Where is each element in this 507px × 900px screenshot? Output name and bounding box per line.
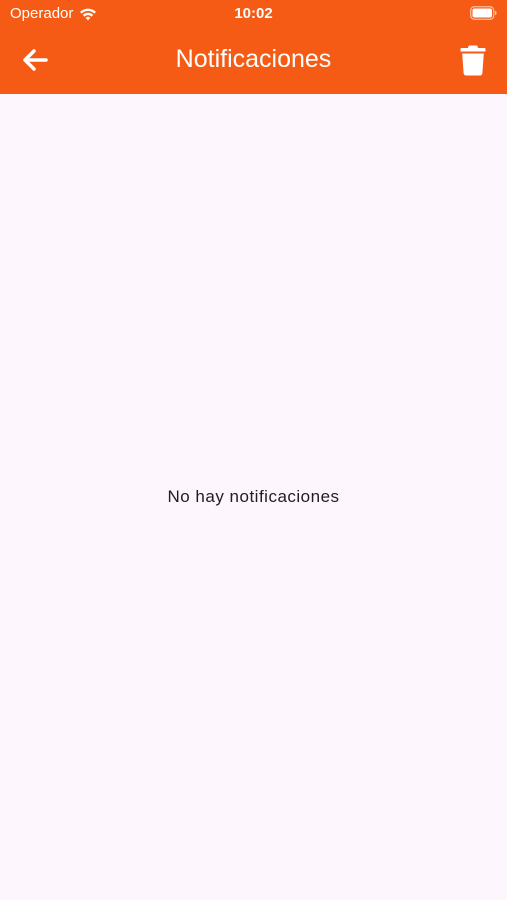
header: Operador 10:02 Notificaciones [0,0,507,94]
status-time: 10:02 [234,5,273,22]
page-title: Notificaciones [175,45,332,73]
delete-all-button[interactable] [455,41,491,79]
trash-icon [460,45,486,76]
app-bar: Notificaciones [0,28,507,94]
notifications-screen: Operador 10:02 Notificaciones No hay not… [0,0,507,900]
status-bar: Operador 10:02 [0,0,507,28]
battery-icon [470,6,497,20]
empty-state-message: No hay notificaciones [167,487,340,506]
